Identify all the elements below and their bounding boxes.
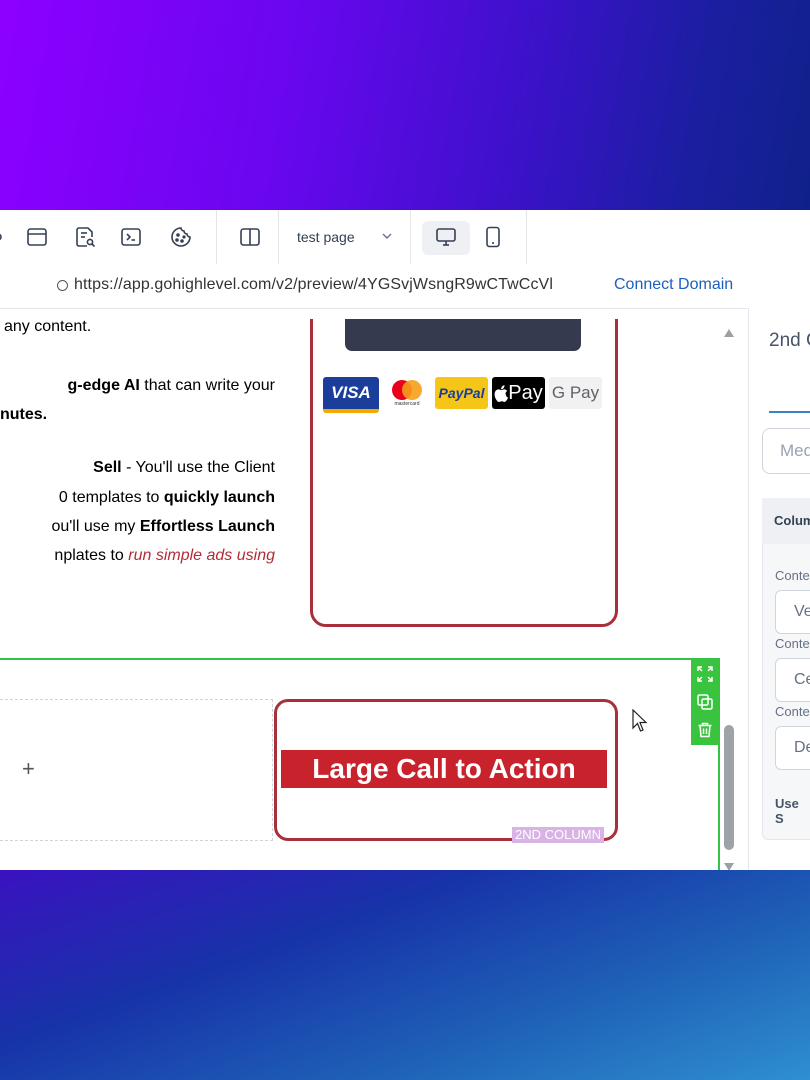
desktop-icon: [434, 225, 458, 249]
product-card[interactable]: [310, 319, 618, 627]
column-tag: 2ND COLUMN: [512, 827, 604, 843]
apple-pay-logo: Pay: [492, 377, 545, 409]
mobile-icon[interactable]: [481, 225, 505, 249]
content-label-1: Conte: [775, 568, 810, 583]
page-selector[interactable]: test page: [280, 210, 410, 264]
content-direction-select[interactable]: De: [775, 726, 810, 770]
toolbar-divider: [216, 210, 217, 264]
delete-icon[interactable]: [696, 721, 714, 739]
mastercard-logo: mastercard: [383, 377, 431, 409]
panel-title: 2nd C: [769, 330, 810, 351]
page-selector-label: test page: [297, 229, 355, 245]
section-toolbar: [691, 659, 719, 745]
content-label-3: Conte: [775, 704, 810, 719]
preview-url[interactable]: https://app.gohighlevel.com/v2/preview/4…: [74, 276, 553, 294]
paypal-logo: PayPal: [435, 377, 488, 409]
duplicate-icon[interactable]: [696, 693, 714, 711]
expand-icon[interactable]: [696, 665, 714, 683]
text-line-5: 0 templates to quickly launch: [58, 489, 275, 506]
visa-logo: VISA: [323, 377, 379, 413]
columns-icon[interactable]: [238, 225, 262, 249]
code-icon[interactable]: [119, 225, 143, 249]
toolbar-divider: [278, 210, 279, 264]
status-circle-icon: [57, 280, 68, 291]
layout-icon[interactable]: [25, 225, 49, 249]
toolbar-divider: [410, 210, 411, 264]
page-canvas: any content. g-edge AI that can write yo…: [0, 319, 738, 870]
partial-icon[interactable]: [0, 225, 10, 249]
url-bar: https://app.gohighlevel.com/v2/preview/4…: [0, 264, 810, 309]
panel-search-input[interactable]: Med: [762, 428, 810, 474]
use-setting-label: Use S: [775, 796, 799, 826]
text-line-2: g-edge AI that can write your: [67, 377, 275, 394]
scroll-up-arrow[interactable]: [724, 329, 734, 337]
google-pay-logo: G Pay: [549, 377, 602, 409]
cookie-icon[interactable]: [169, 225, 193, 249]
active-tab-indicator: [769, 411, 810, 413]
mouse-cursor-icon: [632, 709, 648, 732]
toolbar: test page: [0, 210, 810, 265]
vertical-align-select[interactable]: Ve: [775, 590, 810, 634]
first-column[interactable]: [0, 699, 273, 841]
scroll-down-arrow[interactable]: [724, 863, 734, 870]
text-line-1: any content.: [4, 319, 92, 335]
builder-window: test page https://app.gohighlevel.com/v2…: [0, 210, 810, 870]
search-page-icon[interactable]: [73, 225, 97, 249]
add-element-button[interactable]: +: [22, 756, 35, 782]
background-bottom: [0, 870, 810, 1080]
column-settings-header[interactable]: Colum: [762, 498, 810, 544]
text-line-3: nutes.: [0, 406, 48, 423]
horizontal-align-select[interactable]: Ce: [775, 658, 810, 702]
scrollbar-thumb[interactable]: [724, 725, 734, 850]
toolbar-divider: [526, 210, 527, 264]
content-label-2: Conte: [775, 636, 810, 651]
connect-domain-link[interactable]: Connect Domain: [614, 276, 733, 294]
apple-icon: [494, 384, 509, 402]
text-line-7: nplates to run simple ads using: [54, 547, 275, 564]
settings-panel: 2nd C Med Colum Conte Ve Conte Ce Conte …: [748, 308, 810, 870]
button-text-fragment: ~: [475, 319, 490, 326]
background-top: [0, 0, 810, 210]
text-line-4: Sell - You'll use the Client: [93, 459, 275, 476]
checkout-button[interactable]: ~: [345, 319, 581, 351]
text-line-6: ou'll use my Effortless Launch: [51, 518, 275, 535]
cta-button[interactable]: Large Call to Action: [281, 750, 607, 788]
chevron-down-icon: [382, 233, 392, 239]
